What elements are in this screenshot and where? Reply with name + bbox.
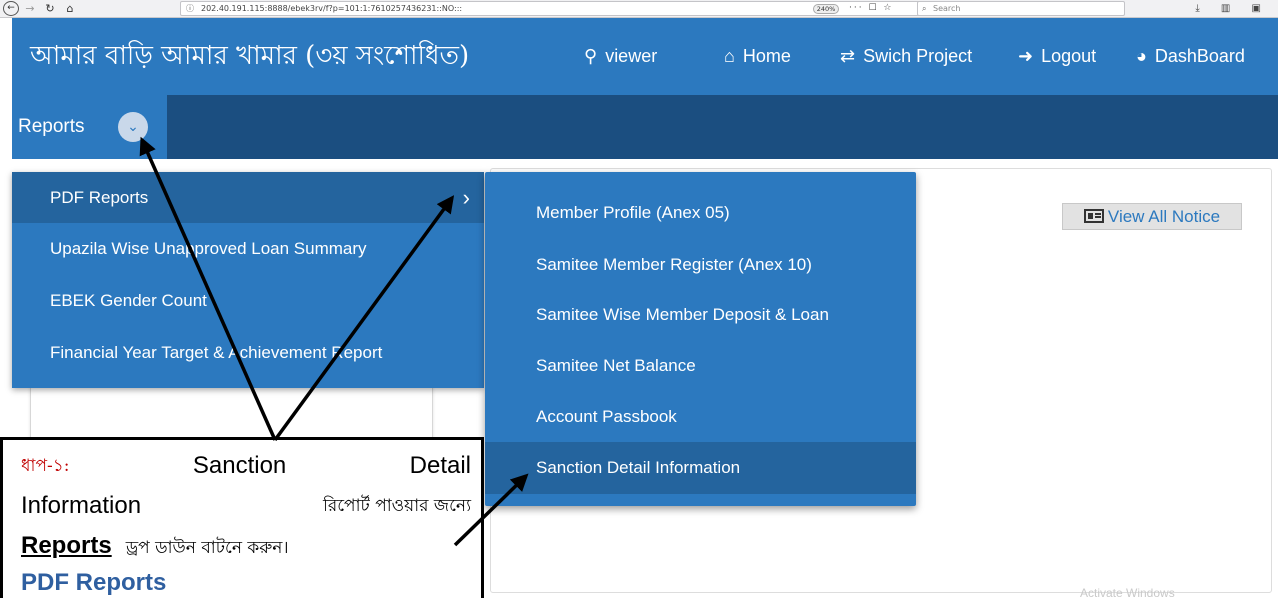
page-actions-icons[interactable]: ··· ☐ ☆ xyxy=(849,2,893,15)
submenu-item-account-passbook[interactable]: Account Passbook xyxy=(485,391,916,443)
nav-home-label: Home xyxy=(742,46,791,66)
logout-icon: ➜ xyxy=(1018,46,1034,66)
chevron-down-icon[interactable]: ⌄ xyxy=(118,112,148,142)
forward-icon[interactable]: → xyxy=(24,1,36,16)
nav-logout-link[interactable]: ➜ Logout xyxy=(1018,46,1096,67)
submenu-item-member-register[interactable]: Samitee Member Register (Anex 10) xyxy=(485,239,916,291)
callout-reports-word: Reports xyxy=(21,532,112,559)
info-icon[interactable]: ⓘ xyxy=(186,2,194,15)
nav-logout-label: Logout xyxy=(1041,46,1097,66)
user-icon: ⚲ xyxy=(584,46,598,66)
search-icon: ⌕ xyxy=(922,4,927,13)
nav-user-link[interactable]: ⚲ viewer xyxy=(584,46,657,67)
reports-label: Reports xyxy=(18,116,85,137)
reports-dropdown-menu: PDF Reports › Upazila Wise Unapproved Lo… xyxy=(12,172,484,388)
submenu-item-deposit-loan[interactable]: Samitee Wise Member Deposit & Loan xyxy=(485,289,916,341)
pdf-reports-submenu: Member Profile (Anex 05) Samitee Member … xyxy=(485,172,916,506)
menu-item-label: Upazila Wise Unapproved Loan Summary xyxy=(50,239,367,258)
submenu-item-sanction-detail[interactable]: Sanction Detail Information xyxy=(485,442,916,494)
callout-line-1: ধাপ-১: Sanction Detail xyxy=(21,446,471,486)
callout-word: Sanction xyxy=(192,452,287,479)
nav-user-label: viewer xyxy=(605,46,658,66)
menu-item-upazila-loan-summary[interactable]: Upazila Wise Unapproved Loan Summary xyxy=(12,223,484,274)
exchange-icon: ⇄ xyxy=(840,46,856,66)
submenu-item-net-balance[interactable]: Samitee Net Balance xyxy=(485,340,916,392)
nav-home-link[interactable]: ⌂ Home xyxy=(724,46,791,67)
zoom-level-badge[interactable]: 240% xyxy=(813,4,839,14)
callout-text: ড্রপ ডাউন বাটনে করুন। xyxy=(125,538,289,558)
chevron-right-icon: › xyxy=(462,185,470,210)
callout-line-4: PDF Reports xyxy=(21,569,167,596)
back-icon[interactable]: ← xyxy=(3,1,19,16)
browser-home-icon[interactable]: ⌂ xyxy=(64,1,76,16)
menu-item-label: Financial Year Target & Achievement Repo… xyxy=(50,343,383,362)
menu-item-label: PDF Reports xyxy=(50,188,149,207)
nav-dashboard-link[interactable]: ◕ DashBoard xyxy=(1136,46,1245,67)
callout-word: Information xyxy=(21,492,142,519)
callout-text: রিপোর্ট পাওয়ার জন্যে xyxy=(323,496,471,516)
nav-switch-project-link[interactable]: ⇄ Swich Project xyxy=(840,46,972,67)
secondary-navbar: Reports ⌄ xyxy=(12,95,1278,159)
step-label: ধাপ-১: xyxy=(21,456,70,476)
dashboard-icon: ◕ xyxy=(1136,46,1147,66)
reload-icon[interactable]: ↻ xyxy=(44,1,56,16)
windows-activation-watermark: Activate Windows xyxy=(1080,586,1175,598)
browser-search-input[interactable]: ⌕ Search xyxy=(917,1,1125,16)
submenu-item-label: Samitee Wise Member Deposit & Loan xyxy=(536,305,829,324)
top-navbar: আমার বাড়ি আমার খামার (৩য় সংশোধিত) ⚲ vie… xyxy=(12,18,1278,95)
view-all-notice-label: View All Notice xyxy=(1107,207,1221,226)
view-all-notice-button[interactable]: View All Notice xyxy=(1062,203,1242,230)
callout-line-2: Information রিপোর্ট পাওয়ার জন্যে xyxy=(21,486,471,526)
home-icon: ⌂ xyxy=(724,46,735,66)
search-placeholder: Search xyxy=(933,4,961,13)
callout-line-3: Reports ড্রপ ডাউন বাটনে করুন। xyxy=(21,526,471,568)
address-bar[interactable]: ⓘ 202.40.191.115:8888/ebek3rv/f?p=101:1:… xyxy=(180,1,940,16)
menu-item-label: EBEK Gender Count xyxy=(50,291,207,310)
nav-switch-label: Swich Project xyxy=(863,46,973,66)
instruction-callout: ধাপ-১: Sanction Detail Information রিপোর… xyxy=(0,437,484,598)
submenu-item-label: Samitee Net Balance xyxy=(536,356,696,375)
submenu-item-label: Member Profile (Anex 05) xyxy=(536,203,730,222)
submenu-item-member-profile[interactable]: Member Profile (Anex 05) xyxy=(485,187,916,239)
newspaper-icon xyxy=(1083,209,1104,223)
menu-item-pdf-reports[interactable]: PDF Reports › xyxy=(12,172,484,223)
reports-menu-tab[interactable]: Reports ⌄ xyxy=(12,95,167,159)
submenu-item-label: Sanction Detail Information xyxy=(536,458,741,477)
menu-item-financial-year-report[interactable]: Financial Year Target & Achievement Repo… xyxy=(12,327,484,378)
browser-toolbar: ← → ↻ ⌂ ⓘ 202.40.191.115:8888/ebek3rv/f?… xyxy=(0,0,1278,18)
submenu-item-label: Samitee Member Register (Anex 10) xyxy=(536,255,812,274)
callout-word: Detail xyxy=(409,452,471,479)
app-title[interactable]: আমার বাড়ি আমার খামার (৩য় সংশোধিত) xyxy=(30,35,469,79)
url-text[interactable]: 202.40.191.115:8888/ebek3rv/f?p=101:1:76… xyxy=(201,2,462,15)
browser-toolbar-icons[interactable]: ⤓ ▥ ▣ xyxy=(1195,0,1270,17)
nav-dashboard-label: DashBoard xyxy=(1154,46,1245,66)
submenu-item-label: Account Passbook xyxy=(536,407,677,426)
menu-item-gender-count[interactable]: EBEK Gender Count xyxy=(12,275,484,326)
